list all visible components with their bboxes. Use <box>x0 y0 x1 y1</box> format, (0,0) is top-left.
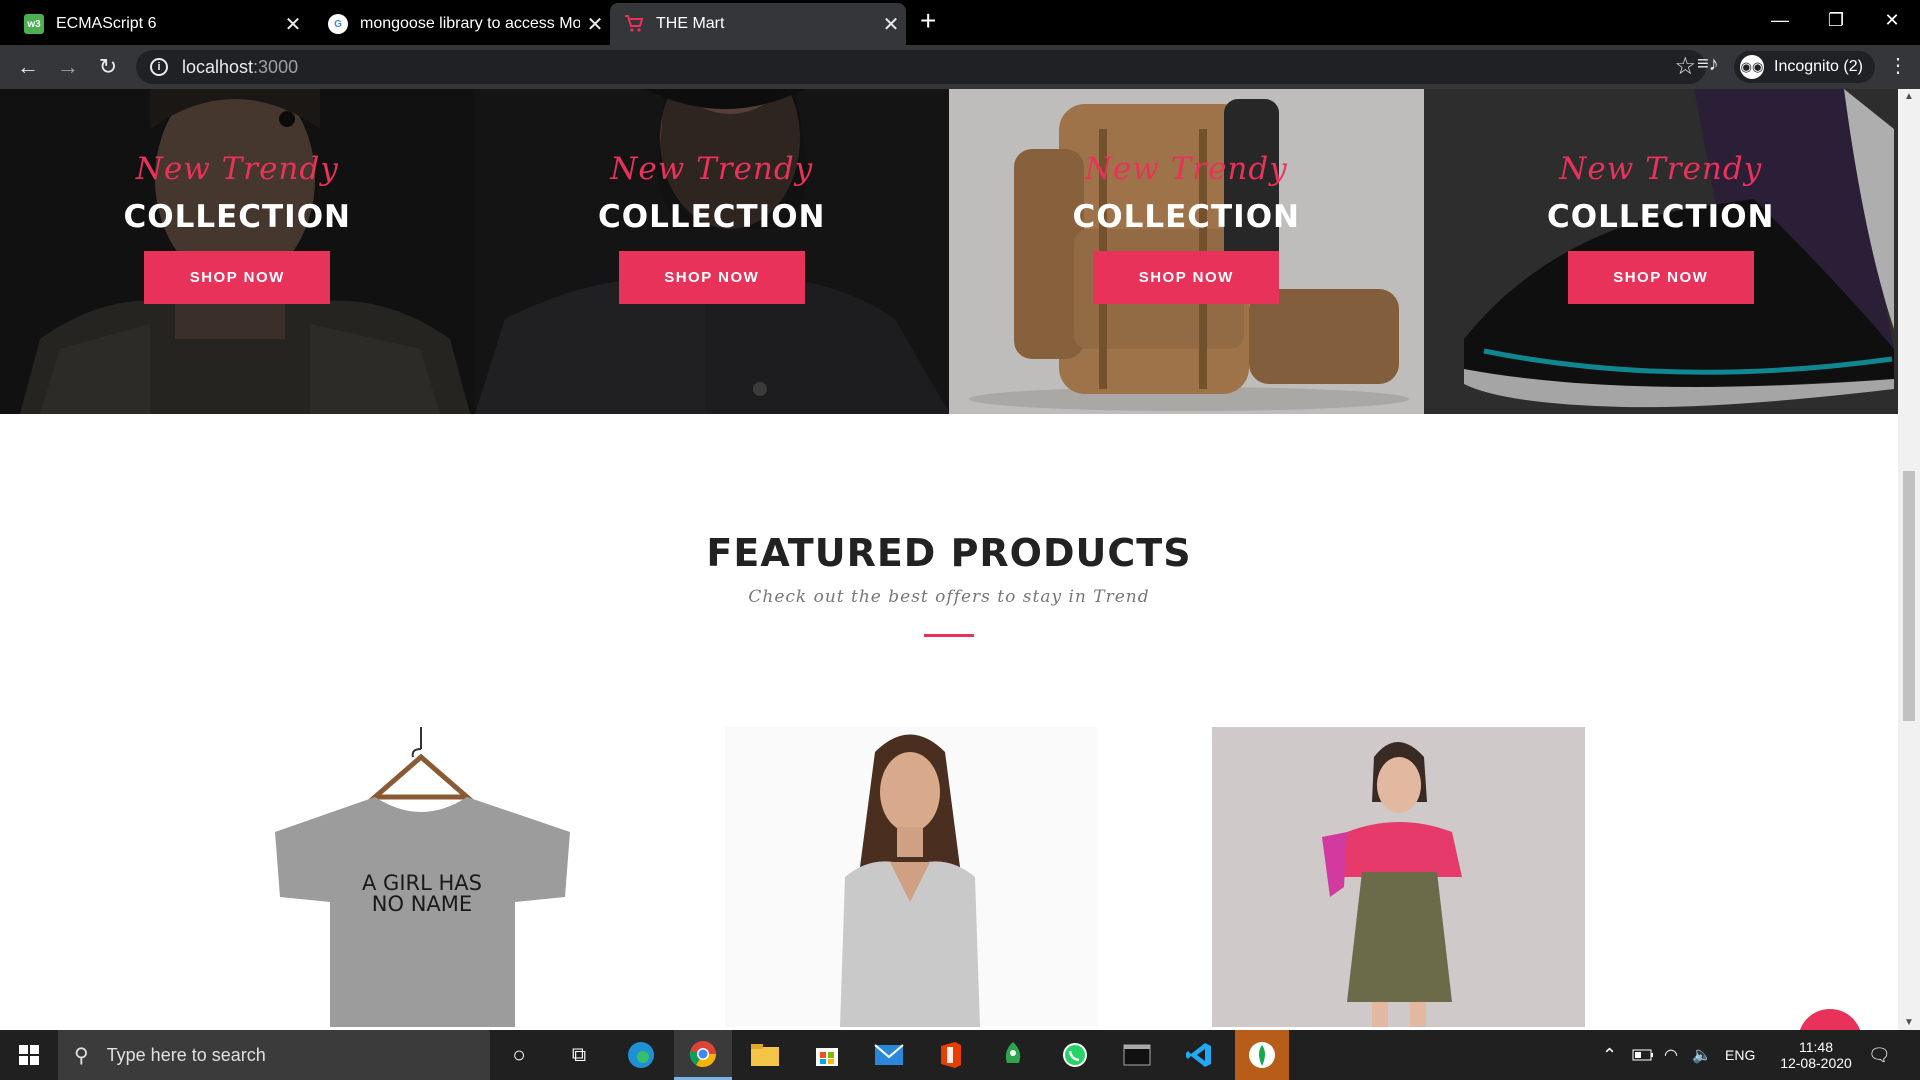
scroll-up-arrow-icon[interactable]: ▲ <box>1898 91 1920 102</box>
mongodb-compass-icon[interactable] <box>1235 1030 1289 1080</box>
collection-banner-3: New Trendy COLLECTION SHOP NOW <box>949 89 1424 414</box>
url-host: localhost <box>182 56 254 77</box>
terminal-icon[interactable] <box>1108 1030 1166 1080</box>
shop-now-button[interactable]: SHOP NOW <box>1567 251 1754 304</box>
featured-title: FEATURED PRODUCTS <box>706 531 1192 575</box>
restore-icon[interactable]: ❐ <box>1808 0 1864 40</box>
windows-taskbar: ⚲ Type here to search ○ ⧉ ⌃ ◠ 🔈 ENG 11:4… <box>0 1030 1920 1080</box>
shop-now-button[interactable]: SHOP NOW <box>1093 251 1280 304</box>
model-dungaree-photo <box>1212 727 1585 1027</box>
vscode-icon[interactable] <box>1170 1030 1228 1080</box>
clock[interactable]: 11:48 12-08-2020 <box>1770 1030 1862 1080</box>
language-indicator[interactable]: ENG <box>1725 1030 1755 1080</box>
url-port: :3000 <box>253 56 299 77</box>
taskbar-search-input[interactable]: ⚲ Type here to search <box>58 1030 490 1080</box>
site-info-icon[interactable]: i <box>150 58 168 76</box>
scrollbar-thumb[interactable] <box>1903 471 1915 721</box>
collection-banner-1: New Trendy COLLECTION SHOP NOW <box>0 89 475 414</box>
search-placeholder: Type here to search <box>106 1044 266 1065</box>
google-favicon-icon: G <box>328 14 348 34</box>
tab-ecmascript[interactable]: w3 ECMAScript 6 ✕ <box>10 3 308 45</box>
store-icon[interactable] <box>798 1030 856 1080</box>
w3-favicon-icon: w3 <box>24 14 44 34</box>
close-tab-icon[interactable]: ✕ <box>580 12 610 37</box>
edge-icon[interactable] <box>612 1030 670 1080</box>
url-text: localhost:3000 <box>182 57 298 78</box>
mail-icon[interactable] <box>860 1030 918 1080</box>
wifi-icon[interactable]: ◠ <box>1664 1030 1678 1080</box>
menu-kebab-icon[interactable]: ⋮ <box>1888 53 1908 78</box>
accent-divider <box>924 634 974 637</box>
whatsapp-icon[interactable] <box>1046 1030 1104 1080</box>
new-tab-icon[interactable]: + <box>920 6 936 36</box>
banner-script-text: New Trendy <box>610 151 814 187</box>
volume-icon[interactable]: 🔈 <box>1692 1030 1712 1080</box>
back-to-top-button[interactable] <box>1798 1009 1862 1030</box>
banner-title: COLLECTION <box>1546 199 1775 235</box>
show-hidden-icons-icon[interactable]: ⌃ <box>1602 1030 1617 1080</box>
office-icon[interactable] <box>922 1030 980 1080</box>
media-control-icon[interactable]: ≡♪ <box>1697 53 1719 76</box>
shop-now-button[interactable]: SHOP NOW <box>144 251 331 304</box>
windows-start-icon[interactable] <box>0 1030 58 1080</box>
scroll-down-arrow-icon[interactable]: ▼ <box>1898 1017 1920 1028</box>
browser-tab-strip: w3 ECMAScript 6 ✕ G mongoose library to … <box>0 0 1920 45</box>
reload-icon[interactable]: ↻ <box>94 53 122 81</box>
featured-subtitle: Check out the best offers to stay in Tre… <box>748 587 1150 607</box>
shop-now-button[interactable]: SHOP NOW <box>618 251 805 304</box>
product-card-2[interactable] <box>725 727 1098 1027</box>
banner-script-text: New Trendy <box>1559 151 1763 187</box>
battery-icon[interactable] <box>1632 1030 1654 1080</box>
banner-title: COLLECTION <box>597 199 826 235</box>
page-viewport: New Trendy COLLECTION SHOP NOW New Trend… <box>0 89 1898 1030</box>
rocket-app-icon[interactable] <box>984 1030 1042 1080</box>
task-view-icon[interactable]: ⧉ <box>550 1030 608 1080</box>
browser-toolbar: ← → ↻ i localhost:3000 ☆ ≡♪ ◉◉ Incognito… <box>0 45 1920 89</box>
search-icon: ⚲ <box>74 1044 89 1067</box>
tab-title: ECMAScript 6 <box>56 15 157 32</box>
cart-icon <box>624 14 644 34</box>
clock-time: 11:48 <box>1799 1039 1833 1055</box>
address-bar[interactable]: i localhost:3000 ☆ <box>136 50 1706 84</box>
product-card-1[interactable]: A GIRL HAS NO NAME <box>235 727 608 1027</box>
cortana-icon[interactable]: ○ <box>490 1030 548 1080</box>
tshirt-print-line2: NO NAME <box>372 892 472 916</box>
tab-mongoose[interactable]: G mongoose library to access Mon ✕ <box>314 3 610 45</box>
back-icon[interactable]: ← <box>14 53 42 81</box>
product-card-3[interactable] <box>1212 727 1585 1027</box>
banner-title: COLLECTION <box>123 199 351 235</box>
tab-title: mongoose library to access Mon <box>360 15 580 32</box>
collection-banner-4: New Trendy COLLECTION SHOP NOW <box>1423 89 1898 414</box>
tshirt-photo: A GIRL HAS NO NAME <box>235 727 608 1027</box>
minimize-icon[interactable]: — <box>1752 0 1808 40</box>
bookmark-star-icon[interactable]: ☆ <box>1674 52 1696 81</box>
tab-the-mart[interactable]: THE Mart ✕ <box>610 3 906 45</box>
notification-icon[interactable]: 🗨 <box>1868 1030 1891 1080</box>
close-tab-icon[interactable]: ✕ <box>278 12 308 37</box>
tab-title: THE Mart <box>656 15 725 32</box>
banner-title: COLLECTION <box>1072 199 1300 235</box>
close-window-icon[interactable]: ✕ <box>1864 0 1920 40</box>
collection-banners: New Trendy COLLECTION SHOP NOW New Trend… <box>0 89 1898 414</box>
chrome-icon[interactable] <box>674 1030 732 1080</box>
incognito-badge[interactable]: ◉◉ Incognito (2) <box>1734 51 1875 83</box>
forward-icon[interactable]: → <box>54 53 82 81</box>
incognito-label: Incognito (2) <box>1774 58 1863 75</box>
page-scrollbar[interactable]: ▲ ▼ <box>1898 89 1920 1030</box>
clock-date: 12-08-2020 <box>1780 1055 1852 1071</box>
file-explorer-icon[interactable] <box>736 1030 794 1080</box>
model-grey-tee-photo <box>725 727 1098 1027</box>
banner-script-text: New Trendy <box>135 151 339 187</box>
featured-section-header: FEATURED PRODUCTS Check out the best off… <box>0 531 1898 637</box>
close-tab-icon[interactable]: ✕ <box>876 12 906 37</box>
banner-script-text: New Trendy <box>1084 151 1288 187</box>
collection-banner-2: New Trendy COLLECTION SHOP NOW <box>474 89 949 414</box>
incognito-icon: ◉◉ <box>1740 55 1764 79</box>
